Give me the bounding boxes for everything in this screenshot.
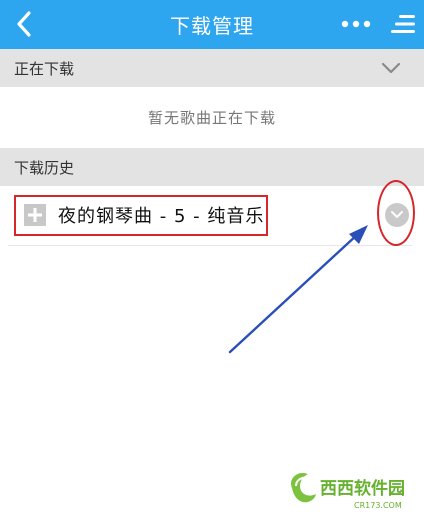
page-title: 下载管理 — [170, 14, 254, 38]
download-manager-screen: 下载管理 正在下载 暂无歌曲正在下载 下载历史 夜的钢琴曲 - 5 - 纯音乐 … — [0, 0, 424, 514]
more-button[interactable] — [336, 8, 376, 40]
header-bar: 下载管理 — [0, 0, 424, 49]
watermark-brand: 西西软件园 — [320, 478, 405, 499]
history-section-header: 下载历史 — [0, 148, 424, 186]
list-menu-icon — [391, 15, 415, 33]
watermark-logo: 西西软件园 CR173.COM — [282, 468, 422, 512]
back-button[interactable] — [6, 5, 42, 43]
downloading-section-header[interactable]: 正在下载 — [0, 49, 424, 87]
annotation-highlight-ellipse — [377, 180, 415, 246]
list-divider — [8, 245, 412, 246]
annotation-highlight-box — [14, 195, 268, 236]
chevron-left-icon — [17, 11, 31, 37]
empty-downloading-message: 暂无歌曲正在下载 — [147, 109, 276, 127]
downloading-section-label: 正在下载 — [14, 59, 75, 78]
history-section-label: 下载历史 — [14, 158, 75, 177]
menu-button[interactable] — [386, 8, 420, 40]
more-dots-icon — [341, 20, 371, 28]
watermark-url: CR173.COM — [354, 501, 402, 510]
watermark-leaf-icon: 西西软件园 CR173.COM — [291, 472, 405, 510]
chevron-down-icon — [381, 62, 401, 74]
